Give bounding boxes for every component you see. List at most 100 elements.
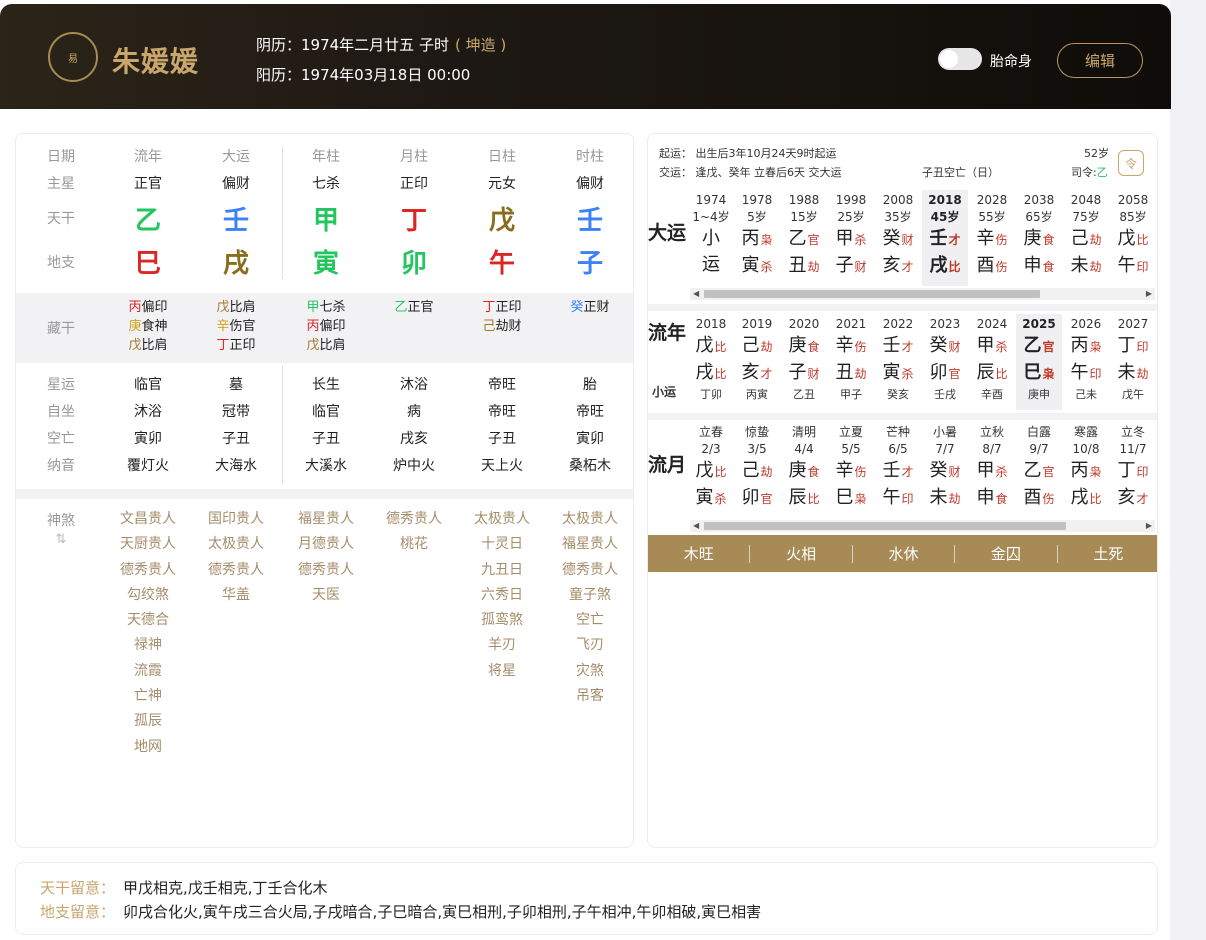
- dizhi-note: 地支留意： 卯戌合化火,寅午戌三合火局,子戌暗合,子巳暗合,寅巳相刑,子卯相刑,子…: [40, 901, 761, 922]
- column-header: 流年: [134, 149, 162, 165]
- toggle-knob: [940, 50, 958, 68]
- ganzhi-char: 未: [929, 487, 948, 508]
- liuyue-column[interactable]: 白露 9/7 乙官 酉伤: [1016, 424, 1062, 518]
- liuyue-scrollbar[interactable]: ◀ ▶: [690, 520, 1155, 532]
- scroll-thumb[interactable]: [704, 290, 1040, 298]
- canggan-shishen: 七杀: [319, 300, 346, 315]
- ganzhi-line: 戊比: [688, 333, 734, 360]
- liunian-column[interactable]: 2023 癸财 卯官 壬戌: [922, 314, 968, 410]
- shensha-item: 飞刃: [576, 637, 604, 654]
- scroll-left-icon[interactable]: ◀: [693, 520, 699, 532]
- dayun-scrollbar[interactable]: ◀ ▶: [690, 288, 1155, 300]
- liuyue-column[interactable]: 立秋 8/7 甲杀 申食: [969, 424, 1015, 518]
- liuyue-column[interactable]: 惊蛰 3/5 己劫 卯官: [734, 424, 780, 518]
- ganzhi-char: 甲: [976, 460, 995, 481]
- scroll-thumb[interactable]: [704, 522, 1066, 530]
- zhuxing-cell: 元女: [488, 176, 516, 192]
- shishen-abbr: 才: [1136, 492, 1149, 506]
- xingyun-cell: 帝旺: [488, 377, 516, 393]
- liunian-column[interactable]: 2018 戊比 戌比 丁卯: [688, 314, 734, 410]
- liunian-column[interactable]: 2021 辛伤 丑劫 甲子: [828, 314, 874, 410]
- ganzhi-char: 午: [1070, 362, 1089, 383]
- shishen-abbr: 杀: [854, 233, 867, 247]
- ganzhi-char: 未: [1117, 362, 1136, 383]
- ganzhi-char: 乙: [1023, 335, 1042, 356]
- ganzhi-char: 己: [741, 335, 760, 356]
- ganzhi-char: 子: [835, 255, 854, 276]
- tiangan-char: 甲: [312, 206, 339, 236]
- dayun-column[interactable]: 2058 85岁 戊比 午印: [1110, 190, 1156, 286]
- zhuxing-cell: 正印: [400, 176, 428, 192]
- dayun-year: 1978: [741, 193, 773, 207]
- liuyue-column[interactable]: 寒露 10/8 丙枭 戌比: [1063, 424, 1109, 518]
- edit-button[interactable]: 编辑: [1057, 43, 1143, 78]
- shishen-abbr: 食: [1042, 233, 1055, 247]
- liunian-column[interactable]: 2024 甲杀 辰比 辛酉: [969, 314, 1015, 410]
- liuyue-column[interactable]: 立夏 5/5 辛伤 巳枭: [828, 424, 874, 518]
- nayin-cell: 炉中火: [393, 458, 435, 474]
- dayun-column[interactable]: 2008 35岁 癸财 亥才: [875, 190, 921, 286]
- dizhi-char: 寅: [312, 249, 339, 279]
- shensha-item: 孤鸾煞: [481, 612, 523, 629]
- scroll-left-icon[interactable]: ◀: [693, 288, 699, 300]
- row-label-4: 藏干: [47, 321, 75, 337]
- ganzhi-char: 己: [741, 460, 760, 481]
- ganzhi-line: 丙枭: [1063, 458, 1109, 485]
- liunian-column[interactable]: 2027 丁印 未劫 戊午: [1110, 314, 1156, 410]
- ganzhi-line: 己劫: [734, 458, 780, 485]
- shensha-item: 天医: [312, 586, 340, 603]
- shensha-item: 太极贵人: [562, 511, 618, 527]
- logo: 易: [48, 32, 98, 82]
- ganzhi-line: 辛伤: [969, 226, 1015, 253]
- liunian-column[interactable]: 2022 壬才 寅杀 癸亥: [875, 314, 921, 410]
- liuyue-column[interactable]: 芒种 6/5 壬才 午印: [875, 424, 921, 518]
- shensha-item: 德秀贵人: [298, 561, 354, 578]
- dayun-year: 2028: [976, 193, 1008, 207]
- dayun-column[interactable]: 1978 5岁 丙枭 寅杀: [734, 190, 780, 286]
- dayun-column[interactable]: 2038 65岁 庚食 申食: [1016, 190, 1062, 286]
- dayun-column[interactable]: 2028 55岁 辛伤 酉伤: [969, 190, 1015, 286]
- header: 易 朱媛媛 阴历：1974年二月廿五 子时 ( 坤造 ) 阳历：1974年03月1…: [0, 4, 1171, 109]
- dayun-column[interactable]: 1988 15岁 乙官 丑劫: [781, 190, 827, 286]
- liunian-column[interactable]: 2025 乙官 巳枭 庚申: [1016, 314, 1062, 410]
- scroll-right-icon[interactable]: ▶: [1146, 520, 1152, 532]
- shishen-abbr: 比: [995, 367, 1008, 381]
- dayun-column[interactable]: 1998 25岁 甲杀 子财: [828, 190, 874, 286]
- dayun-column[interactable]: 2018 45岁 壬才 戌比: [922, 190, 968, 286]
- ganzhi-line: 丙枭: [734, 226, 780, 253]
- calendar-icon[interactable]: 令: [1118, 150, 1144, 176]
- liunian-year: 2022: [882, 317, 914, 331]
- ganzhi-line: 寅杀: [688, 485, 734, 512]
- liunian-column[interactable]: 2020 庚食 子财 乙丑: [781, 314, 827, 410]
- ganzhi-char: 丑: [835, 362, 854, 383]
- jieqi-date: 3/5: [747, 442, 767, 456]
- jieqi-date: 8/7: [982, 442, 1002, 456]
- xingyun-cell: 长生: [312, 377, 340, 393]
- liuyue-column[interactable]: 立冬 11/7 丁印 亥才: [1110, 424, 1156, 518]
- dayun-column[interactable]: 2048 75岁 己劫 未劫: [1063, 190, 1109, 286]
- liunian-column[interactable]: 2026 丙枭 午印 己未: [1063, 314, 1109, 410]
- ganzhi-char: 寅: [882, 362, 901, 383]
- liunian-column[interactable]: 2019 己劫 亥才 丙寅: [734, 314, 780, 410]
- sort-icon[interactable]: ⇅: [31, 532, 91, 547]
- taiming-toggle[interactable]: [938, 48, 982, 70]
- ganzhi-char: 申: [976, 487, 995, 508]
- kongwang-cell: 子丑: [312, 431, 340, 447]
- liuyue-column[interactable]: 清明 4/4 庚食 辰比: [781, 424, 827, 518]
- ganzhi-line: 申食: [969, 485, 1015, 512]
- shishen-abbr: 比: [714, 465, 727, 479]
- liuyue-column[interactable]: 立春 2/3 戊比 寅杀: [688, 424, 734, 518]
- liuyue-column[interactable]: 小暑 7/7 癸财 未劫: [922, 424, 968, 518]
- shensha-column: 福星贵人 月德贵人 德秀贵人 天医: [282, 507, 370, 608]
- shishen-abbr: 财: [854, 260, 867, 274]
- jieqi-name: 寒露: [1073, 425, 1098, 439]
- scroll-right-icon[interactable]: ▶: [1146, 288, 1152, 300]
- ganzhi-char: 小: [702, 228, 720, 249]
- ganzhi-char: 辛: [835, 335, 854, 356]
- shishen-abbr: 食: [1042, 260, 1055, 274]
- ganzhi-line: 卯官: [922, 360, 968, 387]
- shishen-abbr: 劫: [948, 492, 961, 506]
- shensha-item: 德秀贵人: [386, 511, 442, 527]
- dayun-column[interactable]: 1974 1~4岁小运: [688, 190, 734, 286]
- canggan-item: 戊比肩: [282, 336, 370, 355]
